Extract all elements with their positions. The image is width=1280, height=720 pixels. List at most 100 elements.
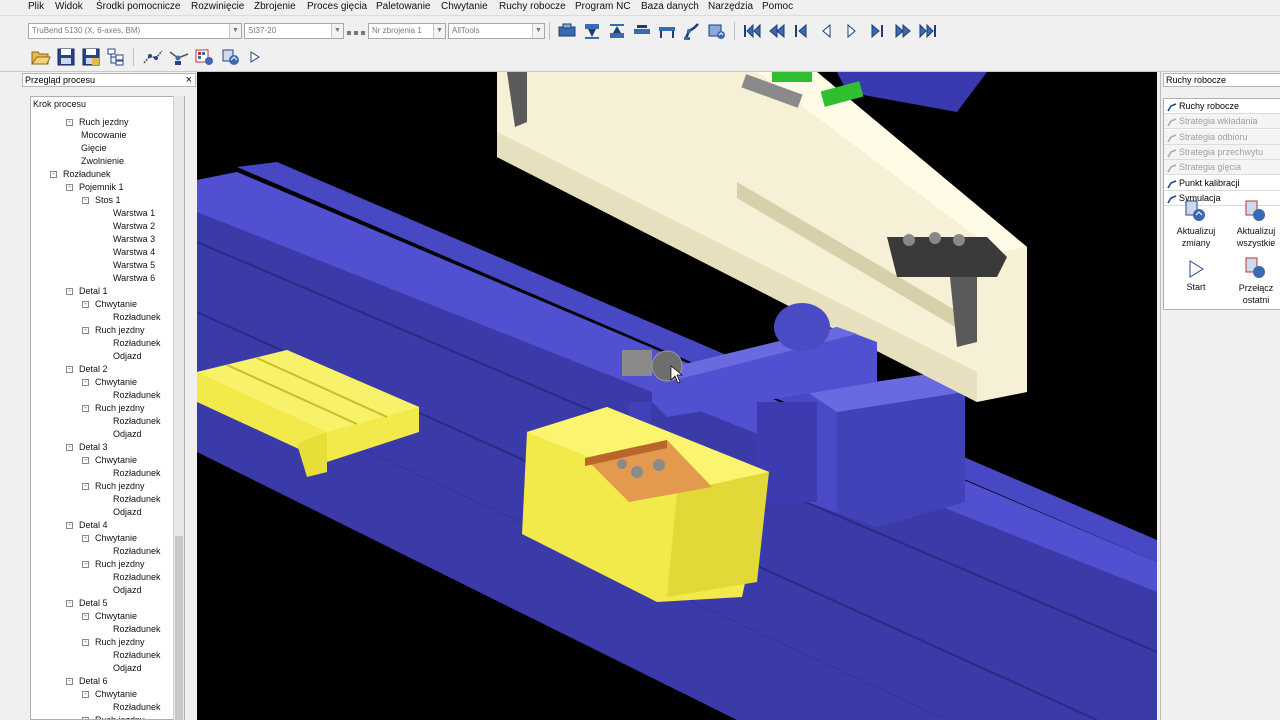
3d-simulation-viewport[interactable] xyxy=(197,72,1157,720)
tree-node[interactable]: Chwytanie xyxy=(95,299,137,310)
tree-node[interactable]: Chwytanie xyxy=(95,455,137,466)
open-folder-icon[interactable] xyxy=(31,48,51,66)
tree-node[interactable]: Ruch jezdny xyxy=(95,403,145,414)
tree-node[interactable]: Detal 2 xyxy=(79,364,108,375)
tree-node[interactable]: Mocowanie xyxy=(81,130,127,141)
tree-node[interactable]: Rozładunek xyxy=(113,416,161,427)
last-step-icon[interactable] xyxy=(919,23,937,39)
tree-toggle-icon[interactable]: - xyxy=(82,561,89,568)
material-select[interactable]: St37-20 ▼ xyxy=(244,23,344,39)
tree-node[interactable]: Chwytanie xyxy=(95,689,137,700)
fast-back-icon[interactable] xyxy=(768,23,786,39)
tree-toggle-icon[interactable]: - xyxy=(82,457,89,464)
menu-item-10[interactable]: Baza danych xyxy=(641,0,699,13)
start-simulation-button[interactable]: Start xyxy=(1169,260,1223,293)
robot-motion-item[interactable]: Strategia odbioru xyxy=(1164,129,1280,145)
tree-node[interactable]: Detal 1 xyxy=(79,286,108,297)
menu-item-3[interactable]: Rozwinięcie xyxy=(191,0,244,13)
tree-node[interactable]: Ruch jezdny xyxy=(95,715,145,719)
tree-node[interactable]: Ruch jezdny xyxy=(95,559,145,570)
backgauge-view-icon[interactable] xyxy=(633,23,651,39)
tree-node[interactable]: Chwytanie xyxy=(95,377,137,388)
tree-toggle-icon[interactable]: - xyxy=(82,483,89,490)
machine-view-icon[interactable] xyxy=(558,23,576,39)
switch-last-button[interactable]: Przełącz ostatni xyxy=(1229,257,1280,306)
tree-node[interactable]: Odjazd xyxy=(113,663,142,674)
prev-group-icon[interactable] xyxy=(794,23,808,39)
tree-toggle-icon[interactable]: - xyxy=(66,522,73,529)
upper-tool-view-icon[interactable] xyxy=(583,23,601,39)
tree-toggle-icon[interactable]: - xyxy=(66,366,73,373)
tree-node[interactable]: Warstwa 3 xyxy=(113,234,155,245)
save-as-icon[interactable] xyxy=(82,48,100,66)
tree-node[interactable]: Warstwa 6 xyxy=(113,273,155,284)
tree-node[interactable]: Ruch jezdny xyxy=(95,325,145,336)
next-step-icon[interactable] xyxy=(846,23,858,39)
lower-tool-view-icon[interactable] xyxy=(608,23,626,39)
tree-toggle-icon[interactable]: - xyxy=(66,444,73,451)
tooling-number-select[interactable]: Nr zbrojenia 1 ▼ xyxy=(368,23,446,39)
robot-motion-item[interactable]: Strategia wkładania xyxy=(1164,114,1280,130)
menu-item-9[interactable]: Program NC xyxy=(575,0,631,13)
tree-node[interactable]: Rozładunek xyxy=(113,390,161,401)
tools-select[interactable]: AllTools ▼ xyxy=(448,23,545,39)
tree-node[interactable]: Ruch jezdny xyxy=(95,481,145,492)
robot-path-icon[interactable] xyxy=(142,48,164,66)
tree-node[interactable]: Rozładunek xyxy=(113,338,161,349)
tree-node[interactable]: Detal 5 xyxy=(79,598,108,609)
menu-item-8[interactable]: Ruchy robocze xyxy=(499,0,566,13)
tree-node[interactable]: Detal 6 xyxy=(79,676,108,687)
tree-toggle-icon[interactable]: - xyxy=(82,613,89,620)
tree-node[interactable]: Pojemnik 1 xyxy=(79,182,124,193)
tree-node[interactable]: Warstwa 1 xyxy=(113,208,155,219)
tree-node[interactable]: Odjazd xyxy=(113,507,142,518)
tree-toggle-icon[interactable]: - xyxy=(82,327,89,334)
tooling-link-icon[interactable] xyxy=(347,28,365,35)
robot-motion-item[interactable]: Strategia gięcia xyxy=(1164,160,1280,176)
tree-node[interactable]: Rozładunek xyxy=(113,572,161,583)
robot-motion-item[interactable]: Strategia przechwytu xyxy=(1164,144,1280,160)
tree-toggle-icon[interactable]: - xyxy=(82,301,89,308)
robot-motion-icon[interactable] xyxy=(168,48,190,66)
tree-node[interactable]: Rozładunek xyxy=(63,169,111,180)
fast-forward-icon[interactable] xyxy=(894,23,912,39)
tree-toggle-icon[interactable]: - xyxy=(82,535,89,542)
first-step-icon[interactable] xyxy=(743,23,761,39)
menu-item-6[interactable]: Paletowanie xyxy=(376,0,430,13)
tree-node[interactable]: Detal 3 xyxy=(79,442,108,453)
menu-item-5[interactable]: Proces gięcia xyxy=(307,0,367,13)
tree-node[interactable]: Rozładunek xyxy=(113,650,161,661)
update-all-button[interactable]: Aktualizuj wszystkie xyxy=(1229,200,1280,249)
robot-motion-item[interactable]: Punkt kalibracji xyxy=(1164,176,1280,191)
tree-node[interactable]: Odjazd xyxy=(113,429,142,440)
tree-node[interactable]: Rozładunek xyxy=(113,312,161,323)
tree-node[interactable]: Odjazd xyxy=(113,351,142,362)
tree-node[interactable]: Stos 1 xyxy=(95,195,121,206)
tree-node[interactable]: Rozładunek xyxy=(113,624,161,635)
menu-item-2[interactable]: Środki pomocnicze xyxy=(96,0,180,13)
tree-toggle-icon[interactable]: - xyxy=(66,678,73,685)
robot-motion-item[interactable]: Ruchy robocze xyxy=(1164,99,1280,114)
tree-toggle-icon[interactable]: - xyxy=(50,171,57,178)
structure-icon[interactable] xyxy=(107,48,125,66)
tree-toggle-icon[interactable]: - xyxy=(82,379,89,386)
tree-node[interactable]: Chwytanie xyxy=(95,611,137,622)
tree-node[interactable]: Rozładunek xyxy=(113,702,161,713)
generate-program-icon[interactable] xyxy=(195,48,215,66)
machine-select[interactable]: TruBend 5130 (X, 6-axes, BM) ▼ xyxy=(28,23,242,39)
tree-toggle-icon[interactable]: - xyxy=(82,405,89,412)
tree-node[interactable]: Rozładunek xyxy=(113,494,161,505)
menu-item-4[interactable]: Zbrojenie xyxy=(254,0,296,13)
update-changes-button[interactable]: Aktualizuj zmiany xyxy=(1169,200,1223,249)
tree-toggle-icon[interactable]: - xyxy=(66,288,73,295)
next-group-icon[interactable] xyxy=(870,23,884,39)
calculate-icon[interactable] xyxy=(221,48,241,66)
tree-scrollbar[interactable] xyxy=(173,96,184,720)
scrollbar-thumb[interactable] xyxy=(175,536,183,720)
tree-toggle-icon[interactable]: - xyxy=(82,691,89,698)
menu-item-11[interactable]: Narzędzia xyxy=(708,0,753,13)
gripper-settings-icon[interactable] xyxy=(707,22,727,40)
robot-view-icon[interactable] xyxy=(683,22,701,40)
tree-node[interactable]: Rozładunek xyxy=(113,546,161,557)
tree-node[interactable]: Ruch jezdny xyxy=(79,117,129,128)
